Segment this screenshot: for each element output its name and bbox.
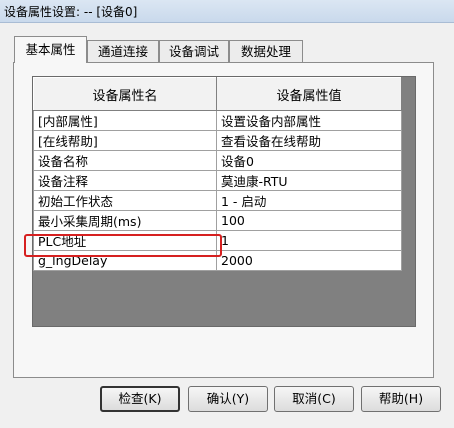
property-value[interactable]: 莫迪康-RTU xyxy=(216,170,402,191)
property-name: 最小采集周期(ms) xyxy=(33,210,217,231)
table-row[interactable]: 初始工作状态 1 - 启动 xyxy=(33,190,402,211)
column-header-name: 设备属性名 xyxy=(33,77,217,111)
property-value[interactable]: 1 xyxy=(216,230,402,251)
plc-address-highlight xyxy=(24,234,222,257)
table-row[interactable]: [内部属性] 设置设备内部属性 xyxy=(33,110,402,131)
ok-button[interactable]: 确认(Y) xyxy=(188,386,268,412)
tab-data-processing[interactable]: 数据处理 xyxy=(229,40,303,62)
property-value[interactable]: 设置设备内部属性 xyxy=(216,110,402,131)
property-value[interactable]: 100 xyxy=(216,210,402,231)
property-value[interactable]: 2000 xyxy=(216,250,402,271)
table-row[interactable]: [在线帮助] 查看设备在线帮助 xyxy=(33,130,402,151)
tab-device-debug[interactable]: 设备调试 xyxy=(159,40,229,62)
property-name: 设备名称 xyxy=(33,150,217,171)
tab-basic-properties[interactable]: 基本属性 xyxy=(14,36,87,63)
table-header-row: 设备属性名 设备属性值 xyxy=(33,77,402,111)
property-value[interactable]: 1 - 启动 xyxy=(216,190,402,211)
property-grid: 设备属性名 设备属性值 [内部属性] 设置设备内部属性 [在线帮助] 查看设备在线帮… xyxy=(32,76,416,327)
window-title: 设备属性设置: -- [设备0] xyxy=(4,5,138,19)
property-name: [内部属性] xyxy=(33,110,217,131)
property-name: [在线帮助] xyxy=(33,130,217,151)
cancel-button[interactable]: 取消(C) xyxy=(274,386,354,412)
tab-channel-connection[interactable]: 通道连接 xyxy=(87,40,159,62)
title-bar: 设备属性设置: -- [设备0] xyxy=(0,0,454,23)
property-name: 设备注释 xyxy=(33,170,217,191)
check-button[interactable]: 检查(K) xyxy=(100,386,180,412)
property-name: 初始工作状态 xyxy=(33,190,217,211)
tab-panel: 设备属性名 设备属性值 [内部属性] 设置设备内部属性 [在线帮助] 查看设备在线帮… xyxy=(13,62,434,378)
table-row[interactable]: 设备名称 设备0 xyxy=(33,150,402,171)
table-row[interactable]: 最小采集周期(ms) 100 xyxy=(33,210,402,231)
property-value[interactable]: 设备0 xyxy=(216,150,402,171)
table-row[interactable]: 设备注释 莫迪康-RTU xyxy=(33,170,402,191)
help-button[interactable]: 帮助(H) xyxy=(361,386,441,412)
property-value[interactable]: 查看设备在线帮助 xyxy=(216,130,402,151)
column-header-value: 设备属性值 xyxy=(216,77,402,111)
